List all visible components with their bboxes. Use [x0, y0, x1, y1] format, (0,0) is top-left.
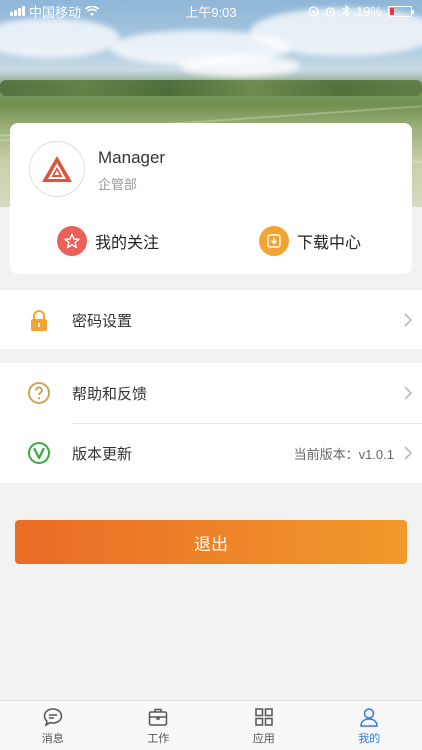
avatar[interactable] — [29, 141, 85, 197]
bottom-tab-bar: 消息 工作 应用 我的 — [0, 700, 422, 750]
tab-messages[interactable]: 消息 — [0, 701, 106, 750]
tab-work[interactable]: 工作 — [106, 701, 212, 750]
download-center-label: 下载中心 — [297, 235, 362, 252]
password-settings-label: 密码设置 — [72, 312, 133, 330]
logout-button[interactable]: 退出 — [15, 520, 407, 564]
briefcase-icon — [149, 708, 168, 726]
star-icon — [57, 226, 87, 256]
chevron-right-icon — [404, 313, 413, 327]
chevron-right-icon — [404, 446, 413, 460]
bluetooth-icon — [342, 5, 350, 17]
alarm-icon — [325, 6, 336, 17]
status-bar: 中国移动 上午9:03 19% — [0, 0, 422, 22]
profile-name: Manager — [98, 148, 166, 167]
password-settings-row[interactable]: 密码设置 — [0, 290, 422, 350]
tab-mine[interactable]: 我的 — [317, 701, 422, 750]
person-icon — [360, 707, 379, 727]
help-feedback-label: 帮助和反馈 — [72, 385, 148, 403]
help-feedback-row[interactable]: 帮助和反馈 — [0, 363, 422, 423]
download-icon — [259, 226, 289, 256]
version-icon — [28, 442, 50, 464]
tab-messages-label: 消息 — [41, 732, 64, 745]
my-favorites-button[interactable]: 我的关注 — [57, 226, 159, 256]
tab-work-label: 工作 — [147, 732, 170, 745]
tab-apps[interactable]: 应用 — [211, 701, 317, 750]
battery-icon — [388, 5, 414, 17]
rotation-lock-icon — [308, 5, 319, 17]
question-icon — [28, 382, 50, 404]
battery-percent: 19% — [355, 3, 382, 19]
version-update-row[interactable]: 版本更新 当前版本：v1.0.1 — [0, 423, 422, 483]
company-logo-icon — [42, 156, 72, 182]
download-center-button[interactable]: 下载中心 — [259, 226, 361, 256]
current-version-text: 当前版本：v1.0.1 — [293, 446, 394, 462]
profile-department: 企管部 — [98, 177, 138, 192]
chevron-right-icon — [404, 386, 413, 400]
version-update-label: 版本更新 — [72, 445, 133, 463]
my-favorites-label: 我的关注 — [95, 235, 160, 252]
wifi-icon — [85, 5, 100, 16]
tab-apps-label: 应用 — [252, 732, 275, 745]
profile-card: Manager 企管部 我的关注 下载中心 — [10, 123, 412, 274]
message-icon — [43, 707, 63, 727]
support-section: 帮助和反馈 版本更新 当前版本：v1.0.1 — [0, 363, 422, 483]
cellular-signal-icon — [10, 6, 25, 16]
tab-mine-label: 我的 — [358, 732, 381, 745]
lock-icon — [31, 310, 47, 331]
password-section: 密码设置 — [0, 290, 422, 349]
carrier-name: 中国移动 — [29, 4, 82, 20]
grid-icon — [255, 707, 273, 726]
